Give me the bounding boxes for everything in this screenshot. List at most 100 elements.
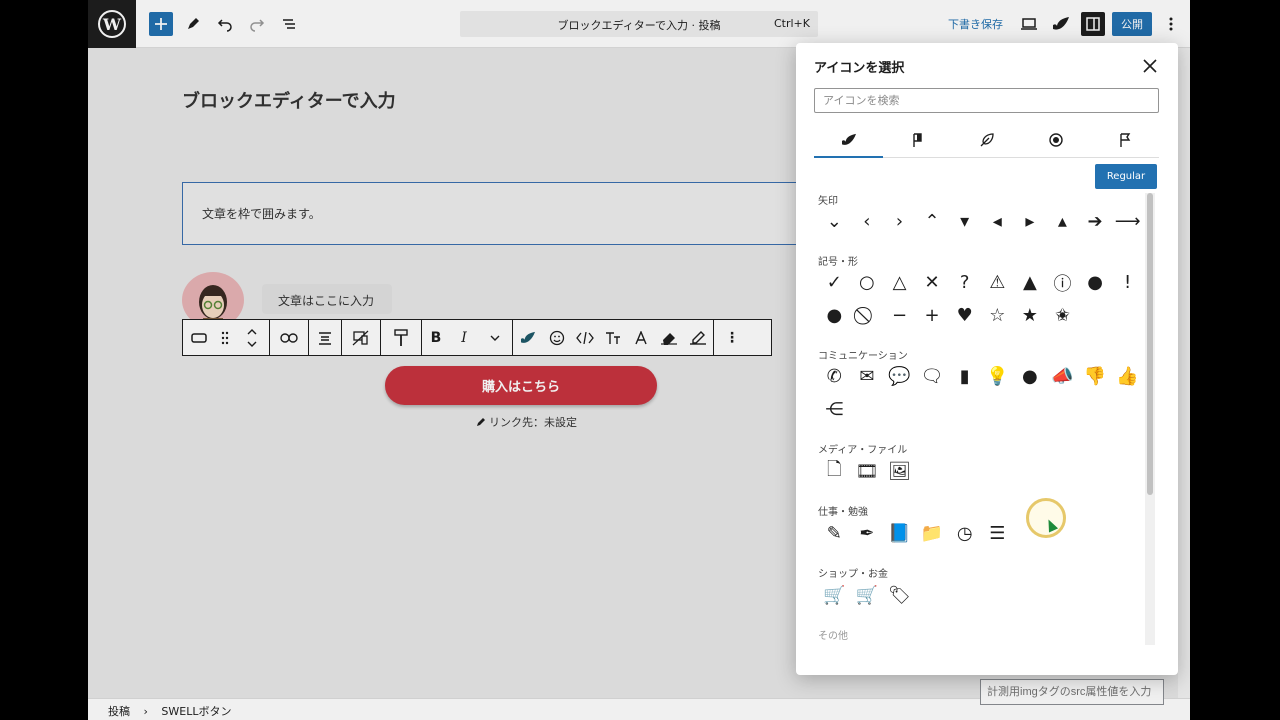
more-options-button[interactable]: ⋮ — [714, 320, 750, 355]
italic-button[interactable]: I — [450, 320, 478, 355]
bordered-box-block[interactable]: 文章を枠で囲みます。 — [182, 182, 802, 245]
icon-option[interactable]: ★ — [1014, 299, 1047, 332]
settings-sidebar-toggle-icon[interactable] — [1081, 12, 1105, 36]
tab-ionicons[interactable] — [1021, 123, 1090, 157]
icon-option[interactable]: ⟶ — [1111, 205, 1144, 238]
icon-option[interactable]: 🗨 — [916, 360, 949, 393]
pen-tool-icon[interactable] — [181, 12, 205, 36]
eraser-icon[interactable] — [655, 320, 683, 355]
emoji-icon[interactable] — [543, 320, 571, 355]
icon-option[interactable]: ▴ — [1046, 205, 1079, 238]
preview-laptop-icon[interactable] — [1017, 12, 1041, 36]
icon-option[interactable]: › — [883, 205, 916, 238]
bold-button[interactable]: B — [422, 320, 450, 355]
regular-style-button[interactable]: Regular — [1095, 164, 1157, 189]
speech-bubble[interactable]: 文章はここに入力 — [262, 284, 392, 314]
canvas-scrollbar[interactable] — [1178, 48, 1190, 698]
icon-option[interactable]: ● — [818, 299, 851, 332]
publish-button[interactable]: 公開 — [1112, 12, 1152, 36]
list-view-icon[interactable] — [277, 12, 301, 36]
icon-option[interactable]: ‹ — [851, 205, 884, 238]
icon-option[interactable]: 👍 — [1111, 360, 1144, 393]
command-palette-bar[interactable]: ブロックエディターで入力 · 投稿 Ctrl+K — [460, 11, 818, 37]
icon-option[interactable]: ⋲ — [818, 393, 851, 426]
icon-option[interactable]: ⓘ — [1046, 266, 1079, 299]
icon-search-input[interactable] — [814, 88, 1159, 113]
options-menu-icon[interactable] — [1159, 12, 1183, 36]
icon-option[interactable]: ⚠ — [981, 266, 1014, 299]
icon-option[interactable]: 🏷 — [883, 579, 916, 612]
icon-option[interactable]: ✓ — [818, 266, 851, 299]
device-visibility-icon[interactable] — [342, 320, 380, 355]
link-destination[interactable]: リンク先：未設定 — [476, 414, 577, 430]
icon-option[interactable]: ◷ — [948, 517, 981, 550]
icon-option[interactable]: 📘 — [883, 517, 916, 550]
text-color-icon[interactable] — [627, 320, 655, 355]
icon-option[interactable]: ? — [948, 266, 981, 299]
icon-option[interactable]: + — [916, 299, 949, 332]
icon-option[interactable]: − — [883, 299, 916, 332]
icon-option[interactable]: ⌃ — [916, 205, 949, 238]
icon-option[interactable]: 🗋 — [818, 455, 851, 488]
tab-feather-icons[interactable] — [952, 123, 1021, 157]
icon-option[interactable]: 🖼 — [883, 455, 916, 488]
button-block-icon[interactable] — [183, 320, 215, 355]
icon-option[interactable]: ☆ — [981, 299, 1014, 332]
icon-option[interactable]: 💬 — [883, 360, 916, 393]
icon-option[interactable]: ⃠ — [851, 299, 884, 332]
tab-font-awesome[interactable] — [883, 123, 952, 157]
undo-icon[interactable] — [213, 12, 237, 36]
scrollbar-thumb[interactable] — [1147, 193, 1153, 495]
icon-option[interactable]: ▾ — [948, 205, 981, 238]
chevron-down-icon[interactable] — [478, 320, 512, 355]
code-icon[interactable] — [571, 320, 599, 355]
tab-swell-icons[interactable] — [814, 123, 883, 158]
font-size-icon[interactable] — [599, 320, 627, 355]
purchase-button[interactable]: 購入はこちら — [385, 366, 657, 405]
icon-option[interactable]: 🛒 — [851, 579, 884, 612]
swell-icon-insert-icon[interactable] — [513, 320, 543, 355]
icon-option[interactable]: 🎞 — [851, 455, 884, 488]
align-icon[interactable] — [309, 320, 341, 355]
tab-flag-icons[interactable] — [1090, 123, 1159, 157]
icon-option[interactable]: ☰ — [981, 517, 1014, 550]
highlighter-icon[interactable] — [683, 320, 713, 355]
paint-roller-icon[interactable] — [381, 320, 421, 355]
icon-option[interactable]: ♥ — [948, 299, 981, 332]
link-icon[interactable] — [270, 320, 308, 355]
icon-option[interactable]: 📣 — [1046, 360, 1079, 393]
icon-option[interactable]: 📁 — [916, 517, 949, 550]
icon-option[interactable]: 🛒 — [818, 579, 851, 612]
add-block-button[interactable] — [149, 12, 173, 36]
icon-option[interactable]: ! — [1111, 266, 1144, 299]
box-text[interactable]: 文章を枠で囲みます。 — [202, 205, 321, 222]
icon-option[interactable]: ⌄ — [818, 205, 851, 238]
save-draft-button[interactable]: 下書き保存 — [948, 16, 1003, 32]
icon-option[interactable]: ○ — [851, 266, 884, 299]
icon-option[interactable]: ● — [1014, 360, 1047, 393]
swell-leaf-icon[interactable] — [1049, 12, 1073, 36]
move-up-down-icon[interactable] — [235, 320, 269, 355]
redo-icon[interactable] — [245, 12, 269, 36]
icon-option[interactable]: ✬ — [1046, 299, 1079, 332]
icon-option[interactable]: ➔ — [1079, 205, 1112, 238]
icon-option[interactable]: ▸ — [1014, 205, 1047, 238]
icon-option[interactable]: ▲ — [1014, 266, 1047, 299]
close-icon[interactable] — [1139, 55, 1161, 77]
icon-option[interactable]: ◂ — [981, 205, 1014, 238]
wordpress-logo-icon[interactable]: W — [88, 0, 136, 48]
breadcrumb-post[interactable]: 投稿 — [108, 705, 130, 718]
icon-option[interactable]: 👎 — [1079, 360, 1112, 393]
icon-option[interactable]: ✆ — [818, 360, 851, 393]
icon-option[interactable]: △ — [883, 266, 916, 299]
icon-option[interactable]: ▮ — [948, 360, 981, 393]
icon-option[interactable]: 💡 — [981, 360, 1014, 393]
speech-text[interactable]: 文章はここに入力 — [278, 292, 374, 309]
img-src-input[interactable] — [980, 679, 1164, 705]
drag-handle-icon[interactable] — [215, 320, 235, 355]
icon-option[interactable]: ● — [1079, 266, 1112, 299]
icon-option[interactable]: ✉ — [851, 360, 884, 393]
breadcrumb-block[interactable]: SWELLボタン — [161, 705, 231, 718]
icon-option[interactable]: ✎ — [818, 517, 851, 550]
icon-option[interactable]: ✕ — [916, 266, 949, 299]
